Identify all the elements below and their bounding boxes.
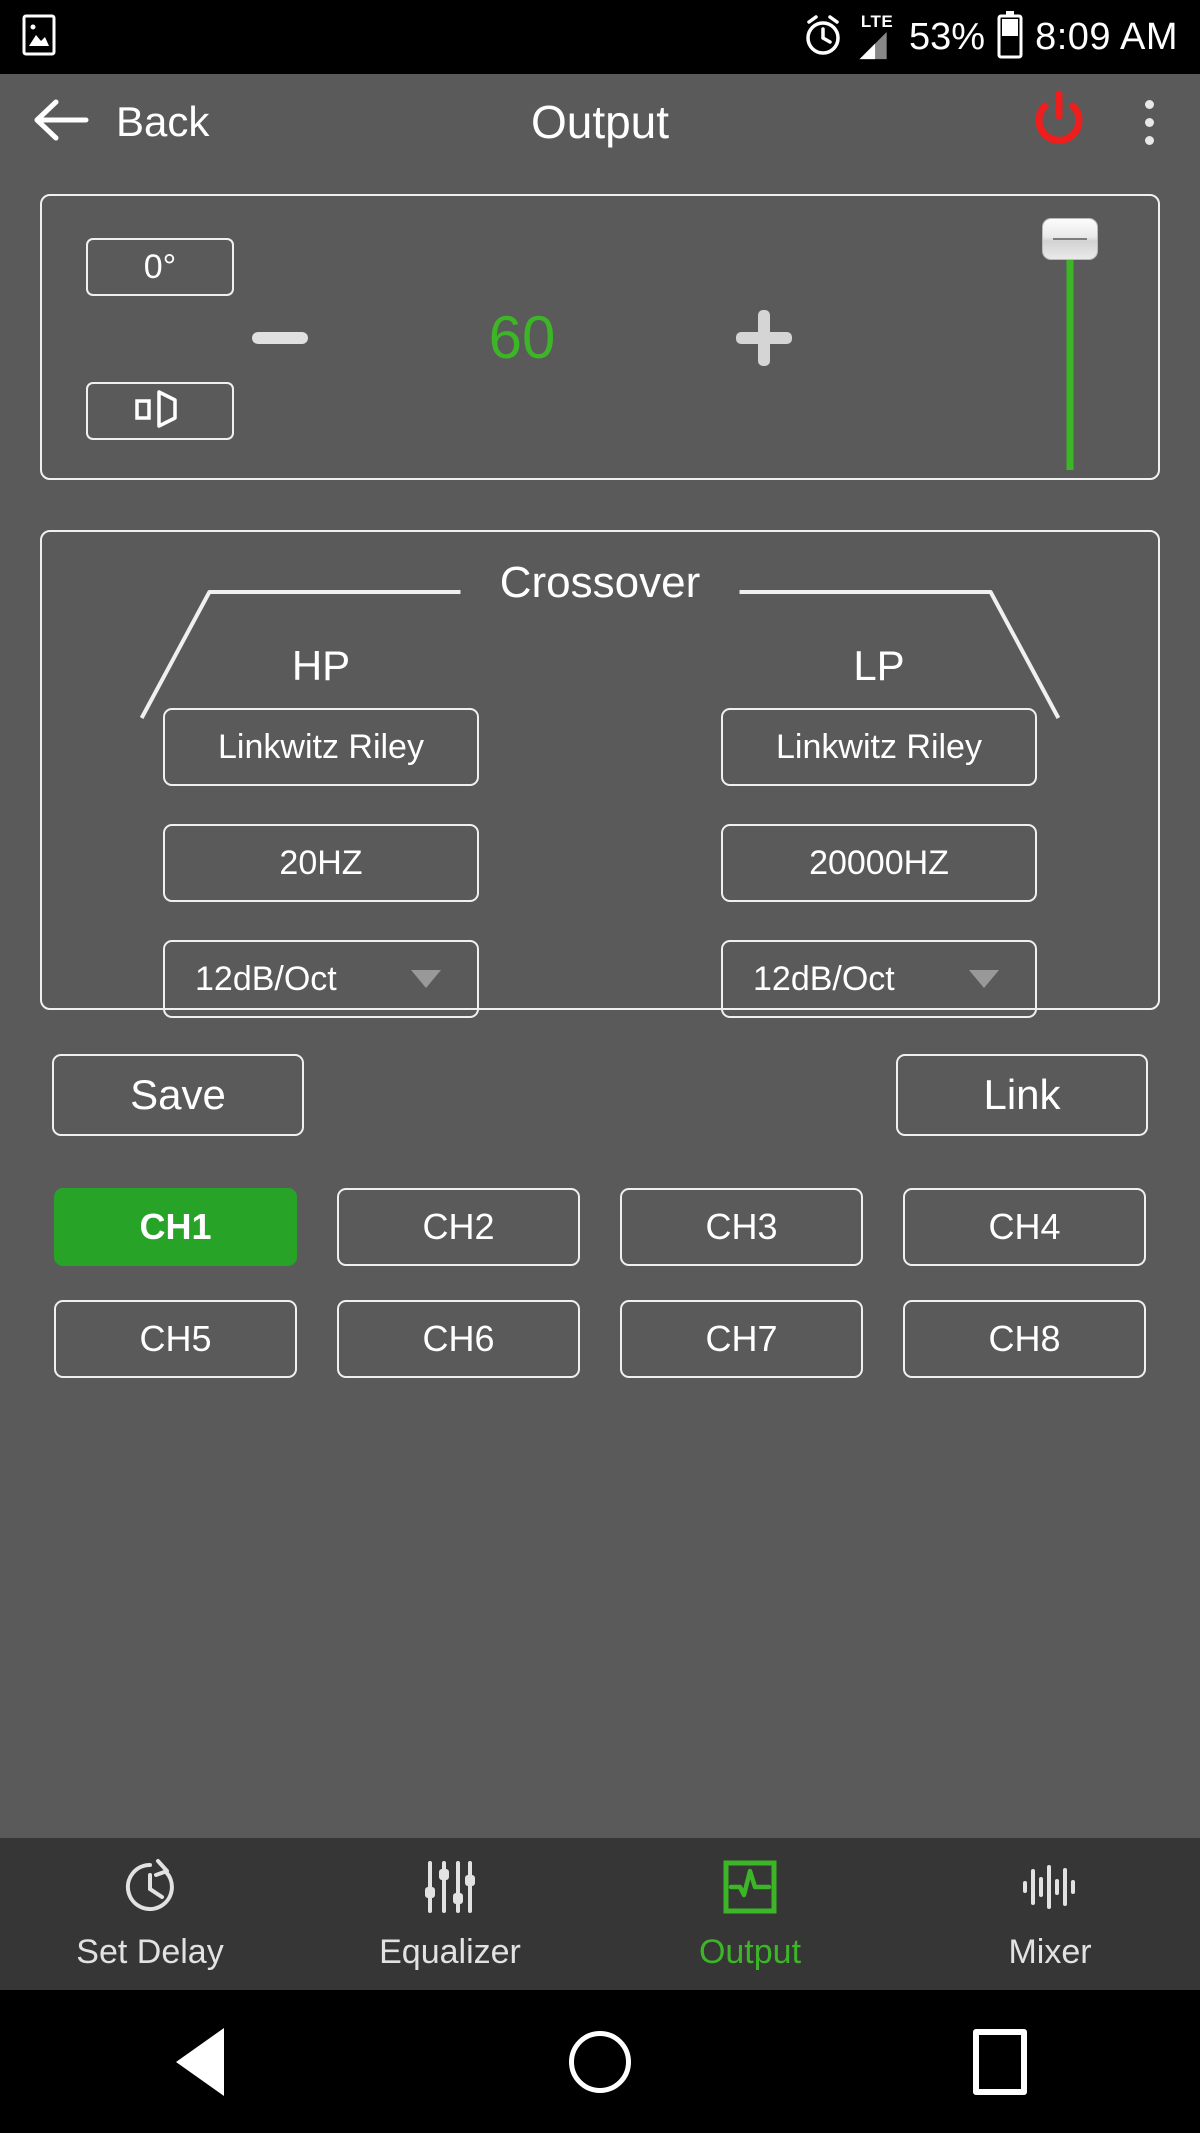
status-bar: LTE 53% 8:09 AM (0, 0, 1200, 74)
channel-button-ch6[interactable]: CH6 (337, 1300, 580, 1378)
nav-recents-square-icon[interactable] (800, 2028, 1200, 2095)
status-bar-right: LTE 53% 8:09 AM (801, 10, 1178, 64)
tab-label: Output (698, 1932, 802, 1971)
link-button[interactable]: Link (896, 1054, 1148, 1136)
phone-screen: LTE 53% 8:09 AM Back Output 0° 60 Crosso… (0, 0, 1200, 2133)
hp-slope-value: 12dB/Oct (195, 959, 337, 998)
chevron-down-icon (969, 970, 999, 988)
highpass-label: HP (291, 642, 351, 689)
gain-slider[interactable] (1038, 218, 1102, 470)
arrow-left-icon (34, 98, 90, 147)
waveform-box-icon (720, 1857, 780, 1917)
save-button[interactable]: Save (52, 1054, 304, 1136)
gain-panel: 0° 60 (40, 194, 1160, 480)
channel-button-ch7[interactable]: CH7 (620, 1300, 863, 1378)
kebab-menu-icon[interactable] (1133, 92, 1166, 153)
crossover-title: Crossover (499, 558, 701, 607)
channel-button-ch1[interactable]: CH1 (54, 1188, 297, 1266)
channel-button-ch8[interactable]: CH8 (903, 1300, 1146, 1378)
speaker-icon (131, 388, 189, 435)
hp-filter-type-button[interactable]: Linkwitz Riley (163, 708, 479, 786)
battery-percent-label: 53% (909, 15, 986, 58)
network-type-label: LTE (860, 12, 894, 31)
gain-value: 60 (488, 304, 556, 371)
channel-button-ch4[interactable]: CH4 (903, 1188, 1146, 1266)
gain-stepper: 60 (252, 308, 792, 368)
image-icon (22, 14, 56, 61)
phase-button[interactable]: 0° (86, 238, 234, 296)
equalizer-sliders-icon (420, 1857, 480, 1917)
chevron-down-icon (411, 970, 441, 988)
gain-slider-thumb[interactable] (1042, 218, 1098, 260)
tab-label: Mixer (1008, 1932, 1092, 1971)
clock-refresh-icon (120, 1857, 180, 1917)
channel-button-ch3[interactable]: CH3 (620, 1188, 863, 1266)
battery-icon (997, 10, 1023, 64)
tab-output[interactable]: Output (600, 1838, 900, 1990)
channel-button-ch2[interactable]: CH2 (337, 1188, 580, 1266)
gain-slider-track (1066, 242, 1074, 470)
gain-increase-button[interactable] (736, 310, 792, 366)
power-icon[interactable] (1027, 88, 1091, 157)
lp-slope-select[interactable]: 12dB/Oct (721, 940, 1037, 1018)
lp-slope-value: 12dB/Oct (753, 959, 895, 998)
mute-speaker-button[interactable] (86, 382, 234, 440)
tab-label: Set Delay (76, 1932, 224, 1971)
back-button[interactable]: Back (34, 98, 209, 147)
lp-filter-type-button[interactable]: Linkwitz Riley (721, 708, 1037, 786)
tab-equalizer[interactable]: Equalizer (300, 1838, 600, 1990)
tab-set-delay[interactable]: Set Delay (0, 1838, 300, 1990)
hp-slope-select[interactable]: 12dB/Oct (163, 940, 479, 1018)
bottom-tab-bar: Set Delay Equalizer Output Mixer (0, 1838, 1200, 1990)
channel-button-ch5[interactable]: CH5 (54, 1300, 297, 1378)
hp-frequency-button[interactable]: 20HZ (163, 824, 479, 902)
signal-bars-icon: LTE (857, 13, 897, 61)
clock-label: 8:09 AM (1035, 15, 1178, 58)
channel-grid: CH1 CH2 CH3 CH4 CH5 CH6 CH7 CH8 (40, 1188, 1160, 1378)
lp-frequency-button[interactable]: 20000HZ (721, 824, 1037, 902)
tab-label: Equalizer (379, 1932, 521, 1971)
app-bar: Back Output (0, 74, 1200, 170)
crossover-controls: Linkwitz Riley 20HZ 12dB/Oct Linkwitz Ri… (42, 708, 1158, 1018)
highpass-column: Linkwitz Riley 20HZ 12dB/Oct (42, 708, 600, 1018)
back-label: Back (116, 98, 210, 145)
nav-home-circle-icon[interactable] (400, 2030, 800, 2093)
audio-bars-icon (1020, 1857, 1080, 1917)
crossover-panel: Crossover HP LP Linkwitz Riley 20HZ 12dB… (40, 530, 1160, 1018)
status-bar-left (22, 14, 56, 61)
main-content: 0° 60 Crossover HP LP Linkwitz Riley 20H… (0, 170, 1200, 1838)
lowpass-column: Linkwitz Riley 20000HZ 12dB/Oct (600, 708, 1158, 1018)
gain-decrease-button[interactable] (252, 332, 308, 344)
app-bar-actions (1027, 88, 1166, 157)
action-row: Save Link (40, 1054, 1160, 1136)
alarm-clock-icon (801, 12, 845, 63)
android-navigation-bar (0, 1990, 1200, 2133)
tab-mixer[interactable]: Mixer (900, 1838, 1200, 1990)
lowpass-label: LP (853, 642, 905, 689)
nav-back-triangle-icon[interactable] (0, 2027, 400, 2096)
